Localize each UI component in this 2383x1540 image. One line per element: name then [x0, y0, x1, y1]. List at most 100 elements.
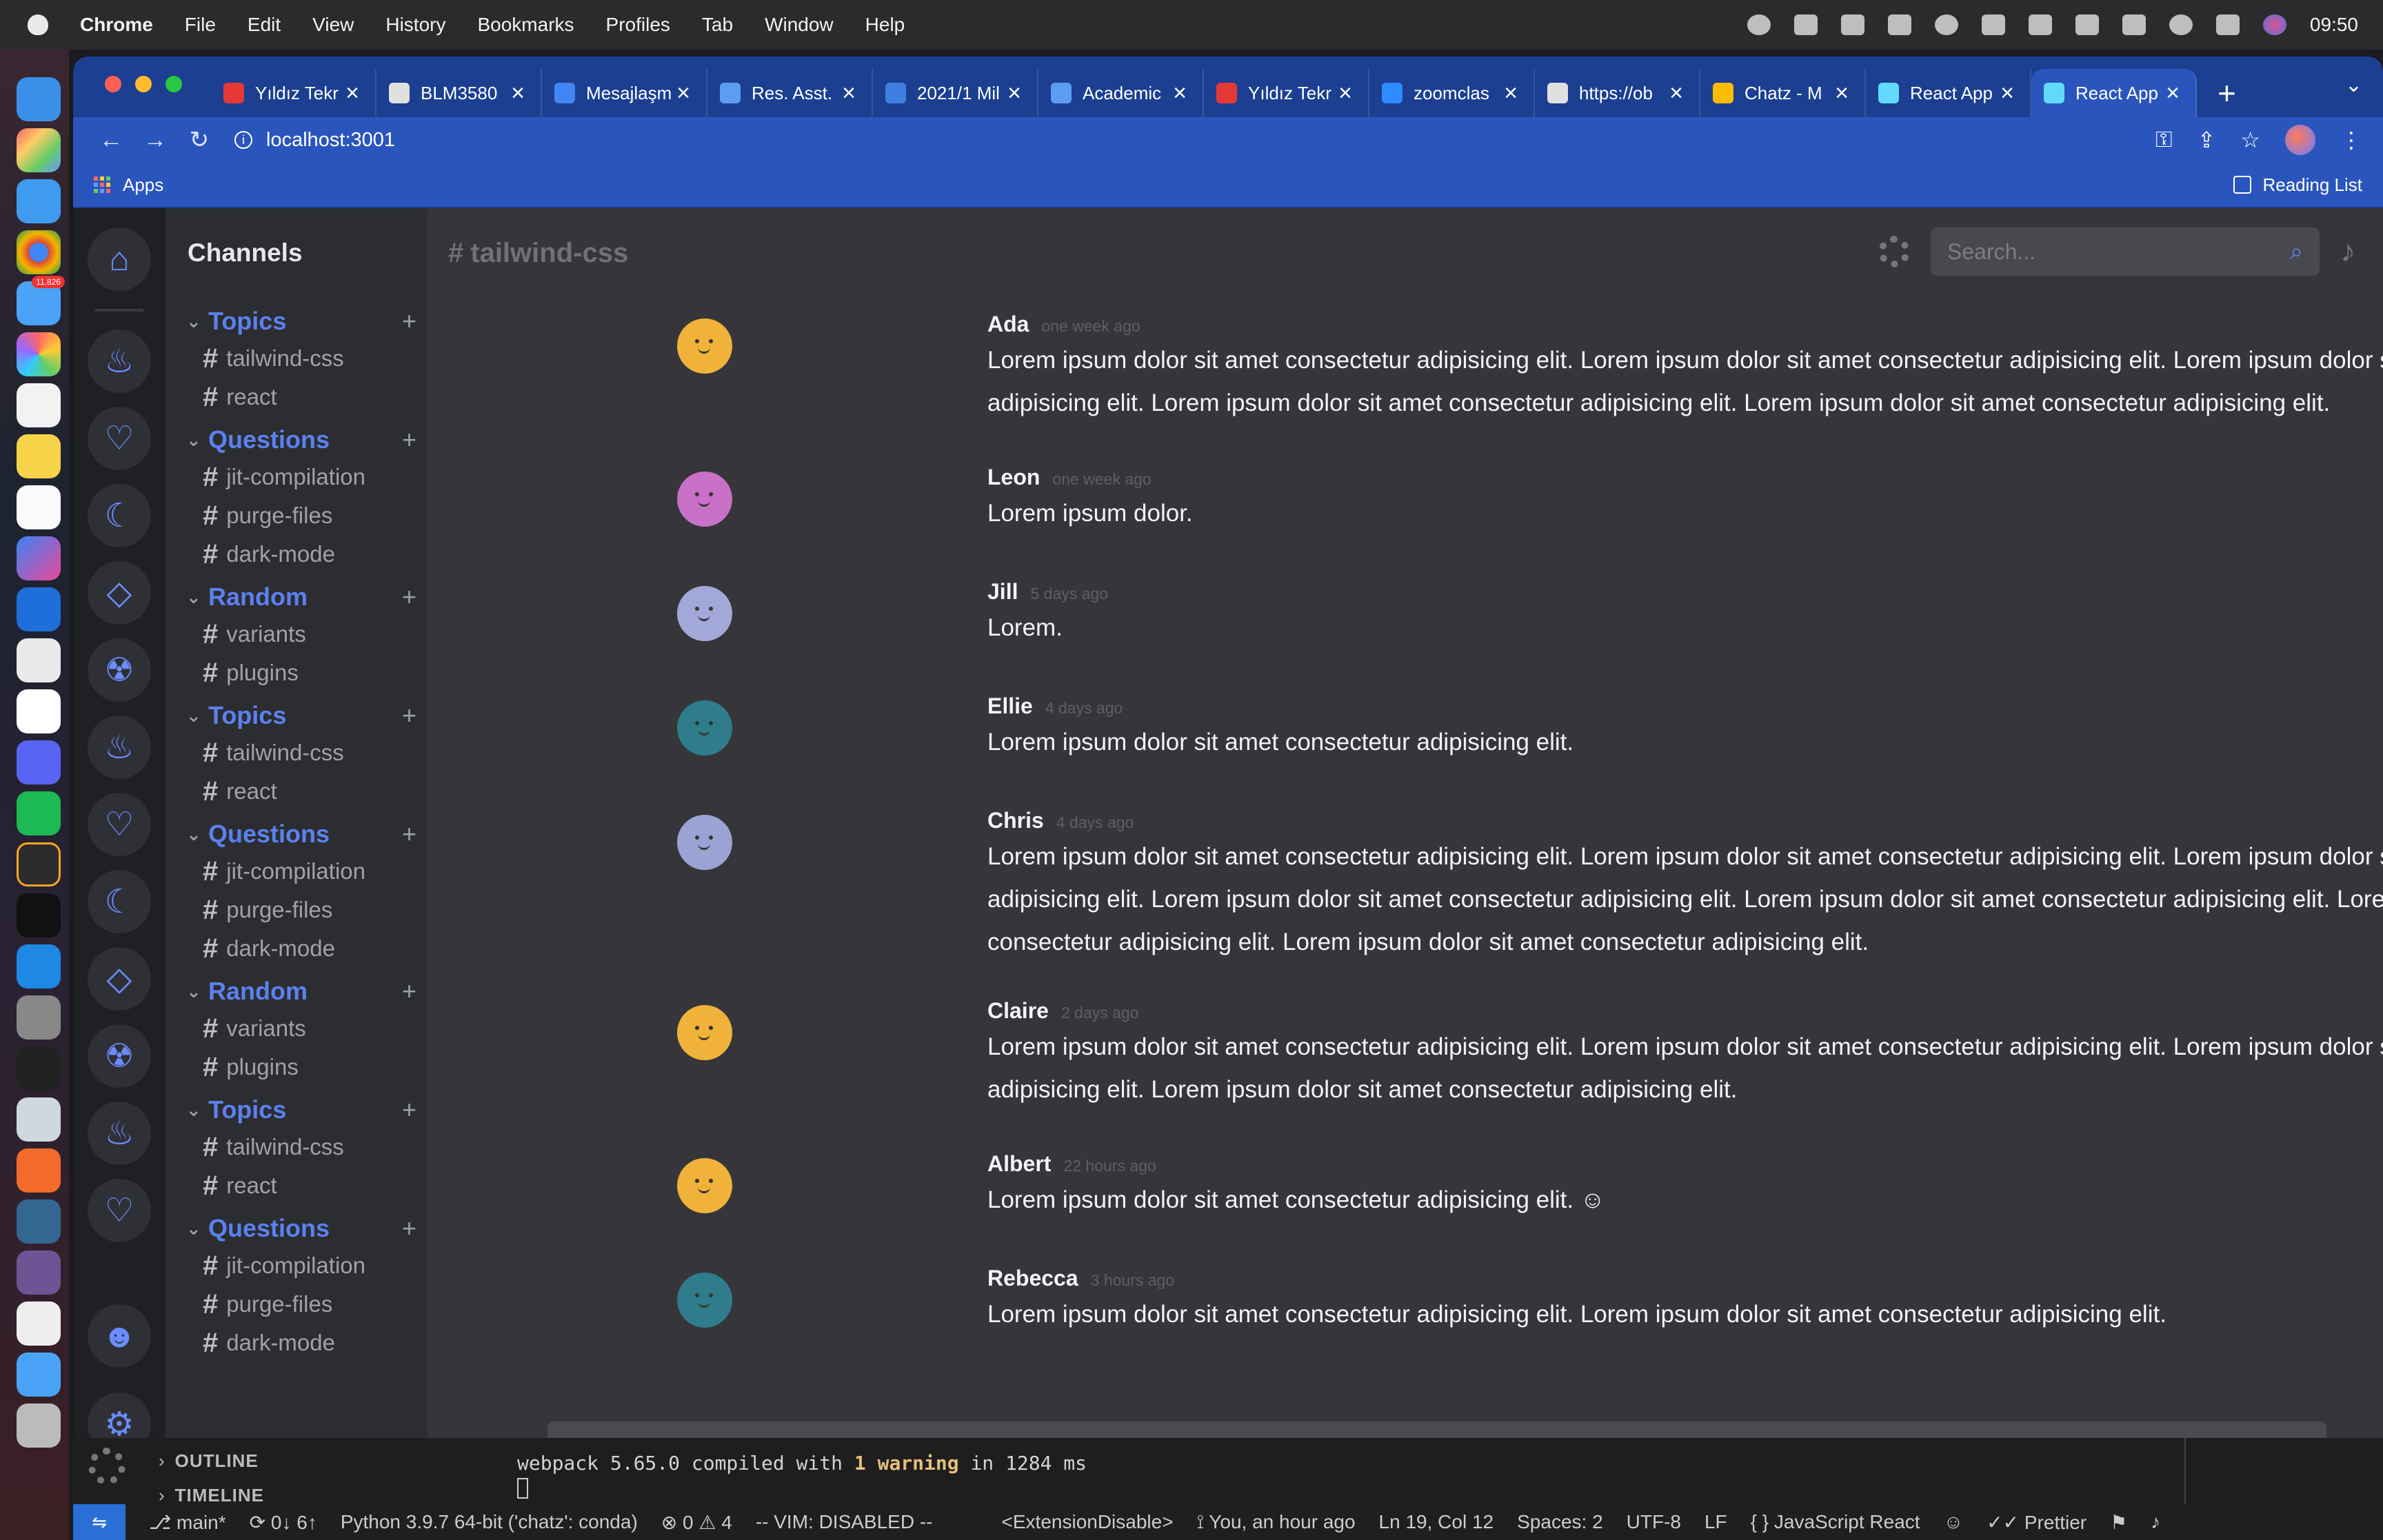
cursor-position[interactable]: Ln 19, Col 12: [1379, 1511, 1494, 1533]
message-author[interactable]: Ellie: [987, 693, 1033, 719]
browser-tab[interactable]: React App ×: [2031, 69, 2197, 117]
forward-icon[interactable]: →: [138, 127, 172, 154]
activity-monitor-icon[interactable]: [17, 1046, 61, 1091]
channel-group-header[interactable]: ⌄ Topics +: [186, 1092, 428, 1128]
volume-icon[interactable]: [1887, 14, 1911, 35]
avatar[interactable]: [677, 700, 732, 756]
vscode-icon[interactable]: [17, 944, 61, 989]
menu-app-name[interactable]: Chrome: [80, 14, 153, 36]
craft-icon[interactable]: [17, 536, 61, 580]
apps-bookmark[interactable]: Apps: [123, 174, 163, 196]
browser-tab[interactable]: React App ×: [1866, 69, 2031, 117]
browser-tab[interactable]: zoomclas ×: [1369, 69, 1535, 117]
channel-item[interactable]: # purge-files: [186, 1285, 428, 1324]
menu-edit[interactable]: Edit: [248, 14, 281, 36]
input-source-icon[interactable]: [1981, 14, 2005, 35]
apps-grid-icon[interactable]: [94, 176, 110, 193]
heart-icon[interactable]: ♡: [88, 407, 151, 470]
reload-icon[interactable]: ↻: [182, 126, 217, 154]
bell-icon[interactable]: ♪: [2340, 234, 2355, 269]
channel-item[interactable]: # react: [186, 378, 428, 416]
network-icon[interactable]: [2028, 14, 2052, 35]
message-list[interactable]: Ada one week ago Lorem ipsum dolor sit a…: [428, 312, 2383, 1428]
channel-item[interactable]: # tailwind-css: [186, 733, 428, 772]
menu-tab[interactable]: Tab: [702, 14, 733, 36]
control-center-icon[interactable]: [2215, 14, 2240, 35]
indentation[interactable]: Spaces: 2: [1517, 1511, 1603, 1533]
browser-tab[interactable]: 2021/1 Mil ×: [873, 69, 1038, 117]
reading-list-button[interactable]: Reading List: [2233, 174, 2362, 196]
tab-close-icon[interactable]: ×: [342, 80, 363, 107]
notifications-bell-icon[interactable]: ♪: [2151, 1511, 2160, 1533]
search-input[interactable]: [1947, 239, 2290, 265]
channel-item[interactable]: # jit-compilation: [186, 1246, 428, 1285]
channel-item[interactable]: # tailwind-css: [186, 339, 428, 378]
tab-close-icon[interactable]: ×: [1831, 80, 1852, 107]
git-blame[interactable]: ⟟ You, an hour ago: [1197, 1511, 1356, 1534]
message-author[interactable]: Jill: [987, 579, 1018, 605]
channel-item[interactable]: # jit-compilation: [186, 458, 428, 496]
tab-close-icon[interactable]: ×: [1500, 80, 1521, 107]
channel-item[interactable]: # jit-compilation: [186, 852, 428, 891]
spotlight-icon[interactable]: [2169, 14, 2193, 35]
downloads-folder-icon[interactable]: [17, 1352, 61, 1397]
channel-group-header[interactable]: ⌄ Questions +: [186, 816, 428, 852]
finder-icon[interactable]: [17, 77, 61, 121]
tab-close-icon[interactable]: ×: [1666, 80, 1687, 107]
layout-icon[interactable]: [1840, 14, 1864, 35]
menu-bookmarks[interactable]: Bookmarks: [477, 14, 574, 36]
extension-disable[interactable]: <ExtensionDisable>: [1002, 1511, 1174, 1533]
radiation-icon[interactable]: ☢: [88, 638, 151, 702]
channel-item[interactable]: # plugins: [186, 654, 428, 692]
spotify-icon[interactable]: [17, 791, 61, 835]
vim-status[interactable]: -- VIM: DISABLED --: [756, 1511, 933, 1533]
feedback-icon[interactable]: ⚑: [2110, 1511, 2127, 1534]
github-desktop-icon[interactable]: [17, 1250, 61, 1295]
moon-icon[interactable]: ☾: [88, 484, 151, 547]
launchpad-icon[interactable]: [17, 128, 61, 172]
chevron-down-icon[interactable]: ⌄: [186, 1100, 208, 1121]
search-icon[interactable]: ⌕: [2290, 239, 2303, 265]
message-author[interactable]: Claire: [987, 998, 1049, 1024]
notes-icon[interactable]: [17, 434, 61, 478]
moon-icon[interactable]: ☾: [88, 870, 151, 933]
terminal-icon[interactable]: [17, 893, 61, 938]
notion-icon[interactable]: [17, 485, 61, 529]
message-author[interactable]: Albert: [987, 1151, 1051, 1177]
avatar[interactable]: [677, 318, 732, 374]
pencil-app-icon[interactable]: [17, 1148, 61, 1193]
menubar-clock[interactable]: 09:50: [2310, 14, 2358, 36]
battery-icon[interactable]: [2075, 14, 2099, 35]
channel-item[interactable]: # react: [186, 1166, 428, 1205]
documents-folder-icon[interactable]: [17, 1301, 61, 1346]
channel-group-header[interactable]: ⌄ Topics +: [186, 698, 428, 733]
chevron-down-icon[interactable]: ⌄: [186, 705, 208, 727]
browser-tab[interactable]: Yıldız Tekr ×: [1204, 69, 1369, 117]
back-icon[interactable]: ←: [94, 127, 128, 154]
tab-close-icon[interactable]: ×: [2162, 80, 2183, 107]
record-icon[interactable]: [1747, 14, 1771, 35]
avatar[interactable]: [677, 472, 732, 527]
zoom-window-button[interactable]: [165, 76, 182, 92]
radiation-icon[interactable]: ☢: [88, 1024, 151, 1088]
diamond-icon[interactable]: ◇: [88, 947, 151, 1011]
avatar[interactable]: [677, 815, 732, 870]
avatar[interactable]: [677, 586, 732, 641]
heart-icon[interactable]: ♡: [88, 1179, 151, 1242]
channel-group-header[interactable]: ⌄ Random +: [186, 579, 428, 615]
menu-view[interactable]: View: [312, 14, 354, 36]
add-channel-icon[interactable]: +: [402, 307, 416, 336]
channel-item[interactable]: # dark-mode: [186, 929, 428, 968]
siri-icon[interactable]: [2262, 14, 2286, 35]
menu-profiles[interactable]: Profiles: [606, 14, 670, 36]
browser-tab[interactable]: Academic ×: [1038, 69, 1204, 117]
chevron-down-icon[interactable]: ⌄: [186, 981, 208, 1002]
copilot-icon[interactable]: ☺: [1944, 1511, 1964, 1533]
postgres-icon[interactable]: [17, 1199, 61, 1244]
add-channel-icon[interactable]: +: [402, 820, 416, 849]
new-tab-button[interactable]: +: [2197, 69, 2257, 117]
browser-tab[interactable]: Chatz - M ×: [1700, 69, 1866, 117]
channel-group-header[interactable]: ⌄ Questions +: [186, 422, 428, 458]
url-text[interactable]: localhost:3001: [266, 129, 395, 152]
channel-group-header[interactable]: ⌄ Random +: [186, 973, 428, 1009]
